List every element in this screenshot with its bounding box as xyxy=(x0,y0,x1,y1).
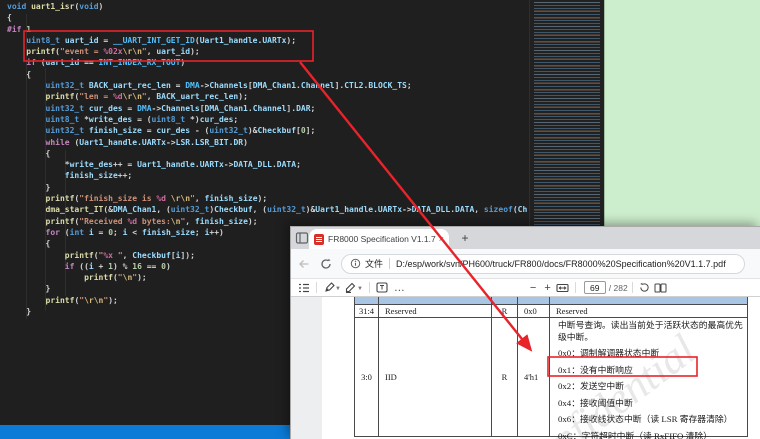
code-line: uint32_t finish_size = cur_des - (uint32… xyxy=(7,125,527,136)
divider xyxy=(389,258,390,269)
table-header-cell xyxy=(492,297,518,305)
reset-cell: 4'h1 xyxy=(518,318,550,436)
code-line: printf("len = %d\r\n", BACK_uart_rec_len… xyxy=(7,91,527,102)
divider xyxy=(369,282,370,293)
info-icon xyxy=(350,258,361,269)
rw-cell: R xyxy=(492,318,518,436)
rw-cell: R xyxy=(492,305,518,318)
iid-desc-line: 0x2：发送空中断 xyxy=(558,381,743,393)
code-line: { xyxy=(7,69,527,80)
page-total-label: / 282 xyxy=(609,283,628,293)
address-bar: 文件 D:/esp/work/svn/PH600/truck/FR800/doc… xyxy=(291,249,760,279)
code-line: uint8_t uart_id = __UART_INT_GET_ID(Uart… xyxy=(7,35,527,46)
bit-cell: 3:0 xyxy=(355,318,379,436)
divider xyxy=(632,282,633,293)
pdf-viewer-window: FR8000 Specification V1.1.7.pdf × + xyxy=(290,226,760,439)
code-line: void uart1_isr(void) xyxy=(7,1,527,12)
iid-desc-line: 级中断。 xyxy=(558,332,743,344)
url-text: D:/esp/work/svn/PH600/truck/FR800/docs/F… xyxy=(396,259,726,269)
rotate-icon[interactable] xyxy=(637,281,653,295)
iid-desc-line: 0x0：调制解调器状态中断 xyxy=(558,348,743,360)
zoom-in-button[interactable]: + xyxy=(540,282,554,294)
code-line: printf("finish_size is %d \r\n", finish_… xyxy=(7,193,527,204)
iid-description-cell: 中断号查询。读出当前处于活跃状态的最高优先级中断。 0x0：调制解调器状态中断 0x… xyxy=(550,318,747,436)
add-text-icon[interactable] xyxy=(374,281,390,295)
table-header-cell xyxy=(355,297,379,305)
status-bar xyxy=(0,425,292,439)
code-line: while (Uart1_handle.UARTx->LSR.LSR_BIT.D… xyxy=(7,137,527,148)
tab-close-icon[interactable]: × xyxy=(439,234,444,244)
pdf-file-icon xyxy=(314,234,324,245)
code-line: if (uart_id == INT_INDEX_RX_TOUT) xyxy=(7,57,527,68)
reset-cell: 0x0 xyxy=(518,305,550,318)
browser-tab[interactable]: FR8000 Specification V1.1.7.pdf × xyxy=(309,229,449,249)
code-line: uint32_t BACK_uart_rec_len = DMA->Channe… xyxy=(7,80,527,91)
iid-desc-line: 0x6：接收线状态中断（读 LSR 寄存器清除） xyxy=(558,414,743,426)
divider xyxy=(316,282,317,293)
table-of-contents-icon[interactable] xyxy=(296,281,312,295)
name-cell: IID xyxy=(379,318,492,436)
screen: void uart1_isr(void){#if 1 uint8_t uart_… xyxy=(0,0,760,439)
address-field[interactable]: 文件 D:/esp/work/svn/PH600/truck/FR800/doc… xyxy=(341,254,745,274)
background-panel xyxy=(604,0,760,228)
code-line: uint8_t *write_des = (uint8_t *)cur_des; xyxy=(7,114,527,125)
register-table: 31:4 Reserved R 0x0 Reserved 3:0 IID R 4… xyxy=(354,297,748,437)
code-line: { xyxy=(7,12,527,23)
desc-cell: Reserved xyxy=(550,305,747,318)
refresh-icon[interactable] xyxy=(317,255,335,273)
page-number-input[interactable] xyxy=(584,281,606,294)
back-icon[interactable] xyxy=(295,255,313,273)
iid-desc-line: 0xC：字符超时中断（读 RxFIFO 清除） xyxy=(558,431,743,439)
code-line: *write_des++ = Uart1_handle.UARTx->DATA_… xyxy=(7,159,527,170)
pdf-toolbar: ▼ ▼ … − + xyxy=(291,279,760,297)
code-line: finish_size++; xyxy=(7,170,527,181)
new-tab-button[interactable]: + xyxy=(457,230,473,246)
page-view-icon[interactable] xyxy=(653,281,669,295)
iid-desc-line: 中断号查询。读出当前处于活跃状态的最高优先 xyxy=(558,320,743,332)
code-line: #if 1 xyxy=(7,24,527,35)
code-line: uint32_t cur_des = DMA->Channels[DMA_Cha… xyxy=(7,103,527,114)
url-scheme-label: 文件 xyxy=(365,257,383,270)
iid-desc-line: 0x4：接收阈值中断 xyxy=(558,398,743,410)
table-header-cell xyxy=(379,297,492,305)
divider xyxy=(575,282,576,293)
chevron-down-icon[interactable]: ▼ xyxy=(357,286,363,292)
tab-strip: FR8000 Specification V1.1.7.pdf × + xyxy=(291,227,760,249)
chevron-down-icon[interactable]: ▼ xyxy=(335,286,341,292)
iid-desc-line: 0x1：没有中断响应 xyxy=(558,365,743,377)
more-options-button[interactable]: … xyxy=(390,282,410,294)
zoom-out-button[interactable]: − xyxy=(526,282,540,294)
fit-to-width-icon[interactable] xyxy=(555,281,571,295)
code-line: printf("event = %02x\r\n", uart_id); xyxy=(7,46,527,57)
code-line: } xyxy=(7,182,527,193)
tab-actions-icon[interactable] xyxy=(295,231,309,245)
tab-title: FR8000 Specification V1.1.7.pdf xyxy=(328,234,436,244)
pdf-content-area[interactable]: 31:4 Reserved R 0x0 Reserved 3:0 IID R 4… xyxy=(291,297,760,439)
name-cell: Reserved xyxy=(379,305,492,318)
pdf-page: 31:4 Reserved R 0x0 Reserved 3:0 IID R 4… xyxy=(322,297,760,439)
code-line: dma_start_IT(&DMA_Chan1, (uint32_t)Check… xyxy=(7,204,527,215)
table-header-cell xyxy=(518,297,550,305)
table-header-cell xyxy=(550,297,747,305)
code-line: { xyxy=(7,148,527,159)
bit-cell: 31:4 xyxy=(355,305,379,318)
